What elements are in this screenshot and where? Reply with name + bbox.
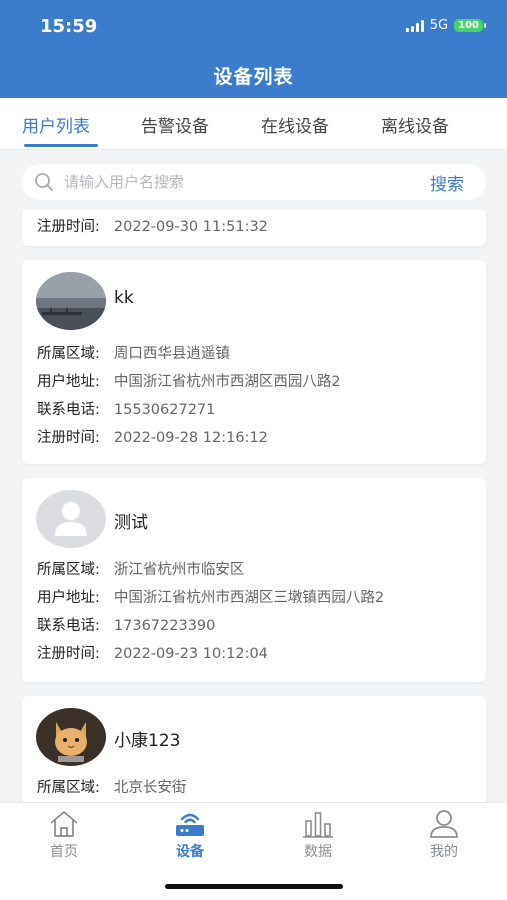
- list-item[interactable]: 小康123 所属区域: 北京长安街: [22, 696, 486, 802]
- default-user-avatar-icon: [36, 490, 106, 548]
- region-row: 所属区域: 北京长安街: [37, 776, 186, 797]
- register-time-value: 2022-09-28 12:16:12: [113, 430, 268, 446]
- region-row: 所属区域: 浙江省杭州市临安区: [37, 558, 244, 579]
- user-name: kk: [114, 288, 134, 308]
- register-time-row: 注册时间: 2022-09-28 12:16:12: [37, 426, 268, 447]
- avatar: [36, 490, 106, 548]
- tab-alarm-devices[interactable]: 告警设备: [141, 112, 209, 137]
- status-time: 15:59: [40, 16, 98, 37]
- tabbar-item-devices[interactable]: 设备: [150, 809, 230, 861]
- tab-offline-devices[interactable]: 离线设备: [381, 112, 449, 137]
- address-row: 用户地址: 中国浙江省杭州市西湖区三墩镇西园八路2: [37, 586, 384, 607]
- register-time-label: 注册时间:: [37, 219, 100, 235]
- avatar: [36, 708, 106, 766]
- battery-icon: 100: [454, 19, 486, 32]
- region-value: 北京长安街: [113, 780, 187, 796]
- active-tab-indicator: [24, 144, 98, 147]
- avatar: [36, 272, 106, 330]
- tabbar-item-home[interactable]: 首页: [24, 809, 104, 861]
- page-title: 设备列表: [213, 66, 294, 88]
- list-item[interactable]: kk 所属区域: 周口西华县逍遥镇 用户地址: 中国浙江省杭州市西湖区西园八路2 联…: [22, 260, 486, 464]
- address-label: 用户地址:: [37, 590, 100, 606]
- region-label: 所属区域:: [37, 780, 100, 796]
- list-item[interactable]: 测试 所属区域: 浙江省杭州市临安区 用户地址: 中国浙江省杭州市西湖区三墩镇西园八…: [22, 478, 486, 682]
- tabbar-label-data: 数据: [304, 844, 332, 860]
- region-label: 所属区域:: [37, 346, 100, 362]
- region-value: 周口西华县逍遥镇: [113, 346, 230, 362]
- register-time-value: 2022-09-23 10:12:04: [113, 646, 268, 662]
- search-button[interactable]: 搜索: [430, 170, 464, 195]
- tabbar-label-devices: 设备: [176, 844, 204, 860]
- tabbar-item-data[interactable]: 数据: [278, 809, 358, 861]
- router-icon: [176, 813, 204, 836]
- region-label: 所属区域:: [37, 562, 100, 578]
- address-row: 用户地址: 中国浙江省杭州市西湖区西园八路2: [37, 370, 341, 391]
- home-icon: [50, 811, 78, 837]
- user-name: 测试: [114, 513, 148, 533]
- phone-value: 17367223390: [113, 618, 216, 634]
- search-input[interactable]: [64, 170, 394, 194]
- region-value: 浙江省杭州市临安区: [113, 562, 245, 578]
- phone-label: 联系电话:: [37, 618, 100, 634]
- signal-icon: [405, 19, 424, 32]
- search-icon: [35, 173, 53, 191]
- search-bar: 搜索: [22, 164, 486, 200]
- network-type: 5G: [429, 18, 449, 33]
- phone-row: 联系电话: 17367223390: [37, 614, 215, 635]
- tabbar-label-home: 首页: [50, 844, 78, 860]
- tab-bar: 用户列表 告警设备 在线设备 离线设备: [0, 98, 507, 150]
- tabbar-label-profile: 我的: [430, 844, 458, 860]
- phone-row: 联系电话: 15530627271: [37, 398, 215, 419]
- landscape-photo-avatar-icon: [36, 272, 106, 330]
- cat-photo-avatar-icon: [36, 708, 106, 766]
- status-indicators: 5G 100: [405, 18, 486, 33]
- address-label: 用户地址:: [37, 374, 100, 390]
- phone-value: 15530627271: [113, 402, 216, 418]
- address-value: 中国浙江省杭州市西湖区西园八路2: [113, 374, 341, 390]
- tabbar-item-profile[interactable]: 我的: [404, 809, 484, 861]
- user-name: 小康123: [114, 731, 181, 751]
- register-time-row: 注册时间: 2022-09-30 11:51:32: [37, 215, 268, 236]
- user-list: 注册时间: 2022-09-30 11:51:32 kk 所属区域: 周口西华县逍遥…: [0, 210, 507, 802]
- home-indicator: [165, 884, 343, 889]
- header: 15:59 5G 100 设备列表: [0, 0, 507, 98]
- region-row: 所属区域: 周口西华县逍遥镇: [37, 342, 230, 363]
- register-time-label: 注册时间:: [37, 430, 100, 446]
- user-icon: [430, 810, 458, 838]
- register-time-row: 注册时间: 2022-09-23 10:12:04: [37, 642, 268, 663]
- tab-user-list[interactable]: 用户列表: [22, 112, 90, 137]
- tab-online-devices[interactable]: 在线设备: [261, 112, 329, 137]
- register-time-label: 注册时间:: [37, 646, 100, 662]
- list-item[interactable]: 注册时间: 2022-09-30 11:51:32: [22, 210, 486, 246]
- phone-label: 联系电话:: [37, 402, 100, 418]
- bar-chart-icon: [303, 812, 333, 838]
- register-time-value: 2022-09-30 11:51:32: [113, 219, 268, 235]
- address-value: 中国浙江省杭州市西湖区三墩镇西园八路2: [113, 590, 385, 606]
